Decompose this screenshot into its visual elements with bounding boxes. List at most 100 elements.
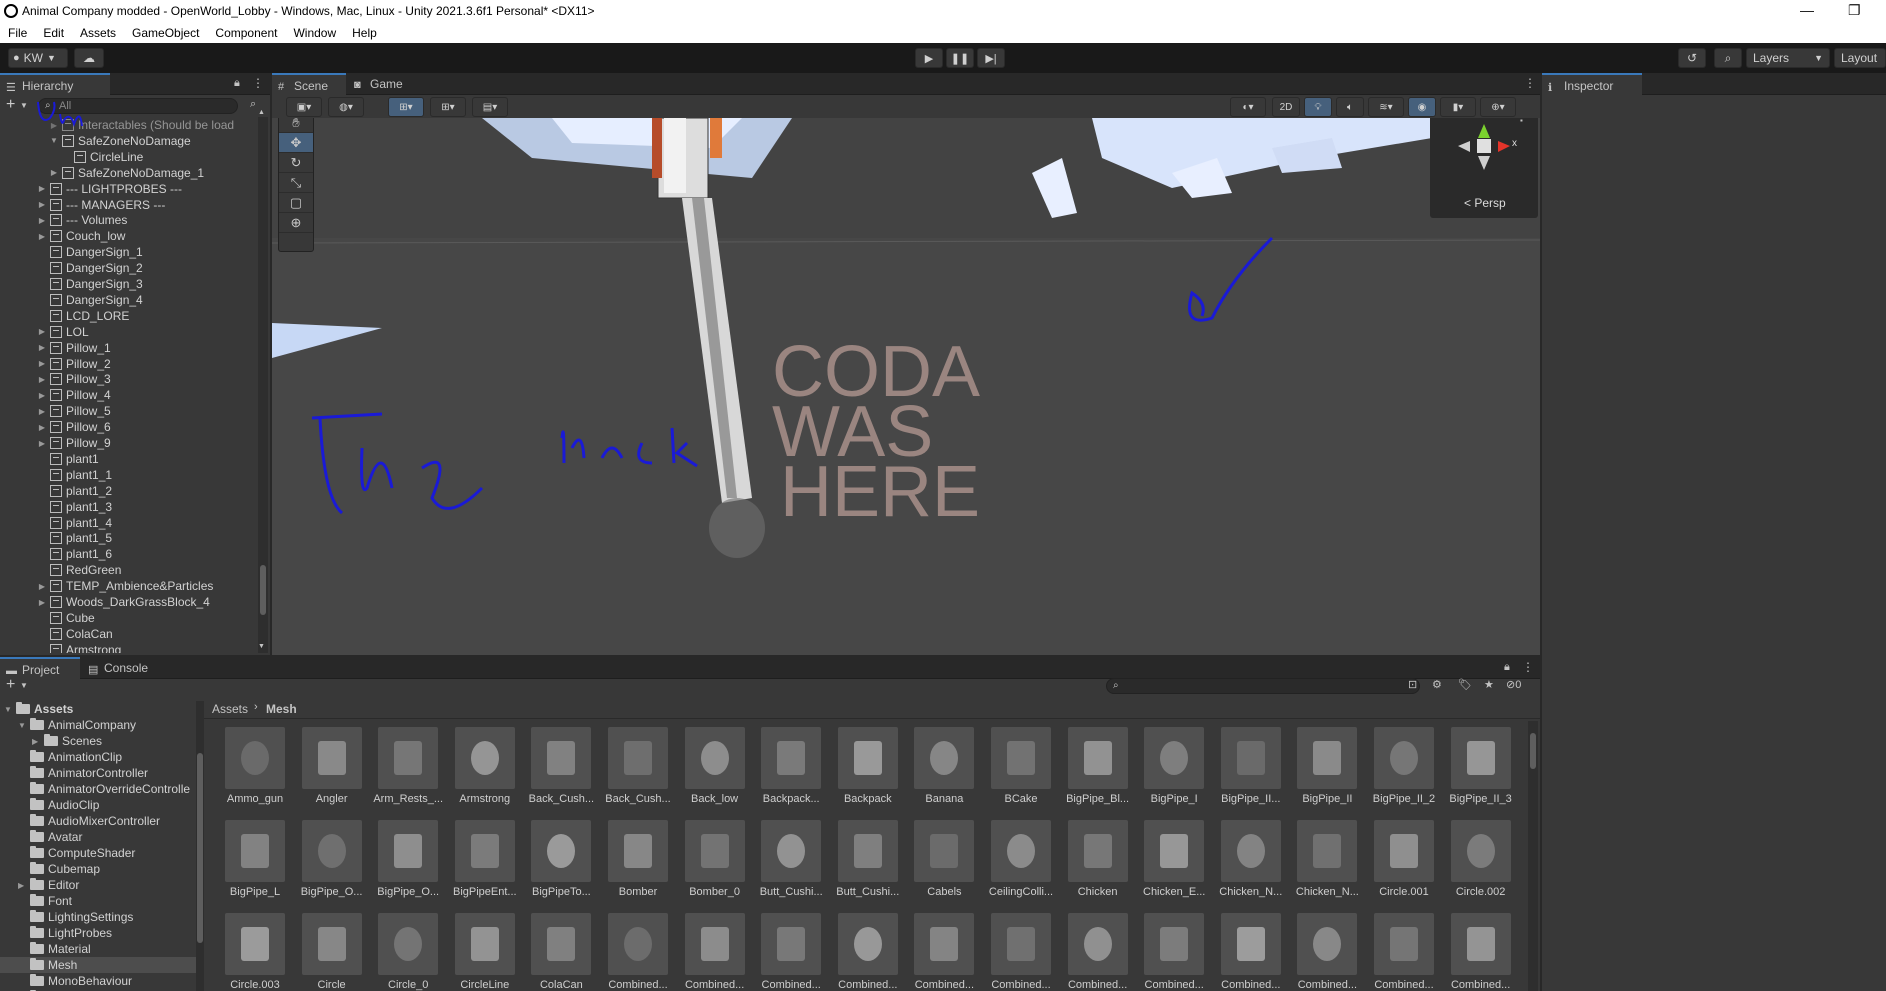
asset-tile[interactable]: Combined...	[603, 913, 673, 991]
hierarchy-item[interactable]: LCD_LORE	[36, 308, 129, 324]
hierarchy-item[interactable]: RedGreen	[36, 562, 121, 578]
hierarchy-item[interactable]: DangerSign_4	[36, 292, 143, 308]
breadcrumb-mesh[interactable]: Mesh	[266, 702, 297, 716]
asset-tile[interactable]: Chicken	[1063, 820, 1133, 910]
breadcrumb-assets[interactable]: Assets	[212, 702, 248, 716]
folder-arrow-icon[interactable]: ▼	[18, 721, 30, 730]
folder-item[interactable]: ▼ AnimalCompany	[0, 717, 196, 733]
asset-tile[interactable]: Bomber	[603, 820, 673, 910]
add-icon[interactable]: +	[6, 96, 15, 114]
folder-item[interactable]: ▼ Assets	[0, 701, 196, 717]
asset-tile[interactable]: BigPipe_I	[1139, 727, 1209, 817]
favorite-star-icon[interactable]: ★	[1484, 678, 1494, 691]
more-options-icon[interactable]: ⋮	[1522, 660, 1534, 674]
asset-tile[interactable]: Combined...	[1369, 913, 1439, 991]
hierarchy-item[interactable]: plant1_5	[36, 530, 112, 546]
hierarchy-item[interactable]: DangerSign_2	[36, 260, 143, 276]
folder-item[interactable]: AudioClip	[0, 797, 196, 813]
project-search-input[interactable]: ⌕	[1106, 678, 1420, 694]
folder-item[interactable]: ▶ Scenes	[0, 733, 196, 749]
menu-window[interactable]: Window	[285, 26, 344, 40]
asset-tile[interactable]: Combined...	[1292, 913, 1362, 991]
add-asset-icon[interactable]: +	[6, 676, 15, 694]
asset-tile[interactable]: Back_low	[680, 727, 750, 817]
collapse-arrow-icon[interactable]: ▶	[36, 391, 48, 400]
collapse-arrow-icon[interactable]: ▶	[48, 168, 60, 177]
ruler-toggle[interactable]: ▤▾	[472, 97, 508, 117]
asset-tile[interactable]: Chicken_N...	[1292, 820, 1362, 910]
menu-help[interactable]: Help	[344, 26, 385, 40]
menu-file[interactable]: File	[0, 26, 35, 40]
hierarchy-item[interactable]: CircleLine	[60, 149, 143, 165]
scale-tool[interactable]: ⤡	[279, 173, 313, 193]
asset-tile[interactable]: BigPipeTo...	[526, 820, 596, 910]
hierarchy-item[interactable]: Armstrong	[36, 642, 121, 653]
asset-tile[interactable]: CeilingColli...	[986, 820, 1056, 910]
tab-inspector[interactable]: ℹ Inspector	[1542, 73, 1642, 95]
folder-item[interactable]: Avatar	[0, 829, 196, 845]
lock-icon[interactable]: 🔒︎	[1504, 661, 1510, 674]
gizmos-dropdown[interactable]: ⊕▾	[1480, 97, 1516, 117]
asset-tile[interactable]: Angler	[297, 727, 367, 817]
asset-tile[interactable]: Circle	[297, 913, 367, 991]
hierarchy-item[interactable]: ▶ Pillow_6	[36, 419, 111, 435]
camera-dropdown[interactable]: ▮▾	[1440, 97, 1476, 117]
cloud-button[interactable]: ☁	[74, 48, 104, 68]
asset-tile[interactable]: Circle.003	[220, 913, 290, 991]
folder-item[interactable]: Font	[0, 893, 196, 909]
collapse-arrow-icon[interactable]: ▶	[36, 439, 48, 448]
asset-tile[interactable]: Arm_Rests_...	[373, 727, 443, 817]
hierarchy-item[interactable]: plant1	[36, 451, 99, 467]
asset-tile[interactable]: Back_Cush...	[526, 727, 596, 817]
visibility-toggle[interactable]: ◉	[1408, 97, 1436, 117]
hidden-packages-toggle[interactable]: ⊘0	[1506, 678, 1521, 691]
collapse-arrow-icon[interactable]: ▶	[36, 200, 48, 209]
folder-item[interactable]: LightProbes	[0, 925, 196, 941]
hierarchy-item[interactable]: plant1_2	[36, 483, 112, 499]
chevron-down-icon[interactable]: ▼	[20, 101, 28, 110]
asset-tile[interactable]: ColaCan	[526, 913, 596, 991]
scrollbar-thumb[interactable]	[260, 565, 266, 615]
asset-tile[interactable]: Circle.001	[1369, 820, 1439, 910]
asset-tile[interactable]: BigPipe_L	[220, 820, 290, 910]
folder-item[interactable]: ComputeShader	[0, 845, 196, 861]
folder-item[interactable]: AnimationClip	[0, 749, 196, 765]
asset-tile[interactable]: BCake	[986, 727, 1056, 817]
audio-toggle[interactable]: 🔈︎	[1336, 97, 1364, 117]
folder-item[interactable]: AnimatorOverrideControlle	[0, 781, 196, 797]
shading-dropdown[interactable]: ◐▾	[1230, 97, 1266, 117]
collapse-arrow-icon[interactable]: ▶	[36, 216, 48, 225]
tab-console[interactable]: ▤ Console	[82, 657, 166, 679]
asset-tile[interactable]: BigPipe_II_2	[1369, 727, 1439, 817]
menu-component[interactable]: Component	[207, 26, 285, 40]
asset-tile[interactable]: Combined...	[680, 913, 750, 991]
asset-tile[interactable]: Combined...	[1063, 913, 1133, 991]
increment-snap-toggle[interactable]: ⊞▾	[430, 97, 466, 117]
step-button[interactable]: ▶|	[977, 48, 1005, 68]
account-dropdown[interactable]: ● KW ▼	[8, 48, 68, 68]
collapse-arrow-icon[interactable]: ▶	[36, 375, 48, 384]
asset-tile[interactable]: Combined...	[909, 913, 979, 991]
asset-tile[interactable]: Bomber_0	[680, 820, 750, 910]
hierarchy-item[interactable]: ▶ LOL	[36, 324, 89, 340]
hierarchy-item[interactable]: ▶ --- LIGHTPROBES ---	[36, 181, 182, 197]
collapse-arrow-icon[interactable]: ▶	[36, 598, 48, 607]
asset-tile[interactable]: Combined...	[986, 913, 1056, 991]
draw-mode-dropdown[interactable]: ▣▾	[286, 97, 322, 117]
asset-tile[interactable]: BigPipe_II	[1292, 727, 1362, 817]
rotate-tool[interactable]: ↻	[279, 153, 313, 173]
minimize-icon[interactable]: —	[1800, 2, 1814, 18]
collapse-arrow-icon[interactable]: ▶	[36, 232, 48, 241]
asset-tile[interactable]: Backpack	[833, 727, 903, 817]
asset-tile[interactable]: Ammo_gun	[220, 727, 290, 817]
2d-toggle[interactable]: 2D	[1272, 97, 1300, 117]
hierarchy-item[interactable]: plant1_1	[36, 467, 112, 483]
asset-tile[interactable]: Banana	[909, 727, 979, 817]
tab-game[interactable]: ◙ Game	[348, 73, 422, 95]
scrollbar-thumb[interactable]	[197, 753, 203, 943]
folder-arrow-icon[interactable]: ▼	[4, 705, 16, 714]
folder-item[interactable]: MonoBehaviour	[0, 973, 196, 989]
folder-item[interactable]: AudioMixerController	[0, 813, 196, 829]
search-button[interactable]: ⌕	[1714, 48, 1742, 68]
hierarchy-item[interactable]: ▶ Woods_DarkGrassBlock_4	[36, 594, 210, 610]
